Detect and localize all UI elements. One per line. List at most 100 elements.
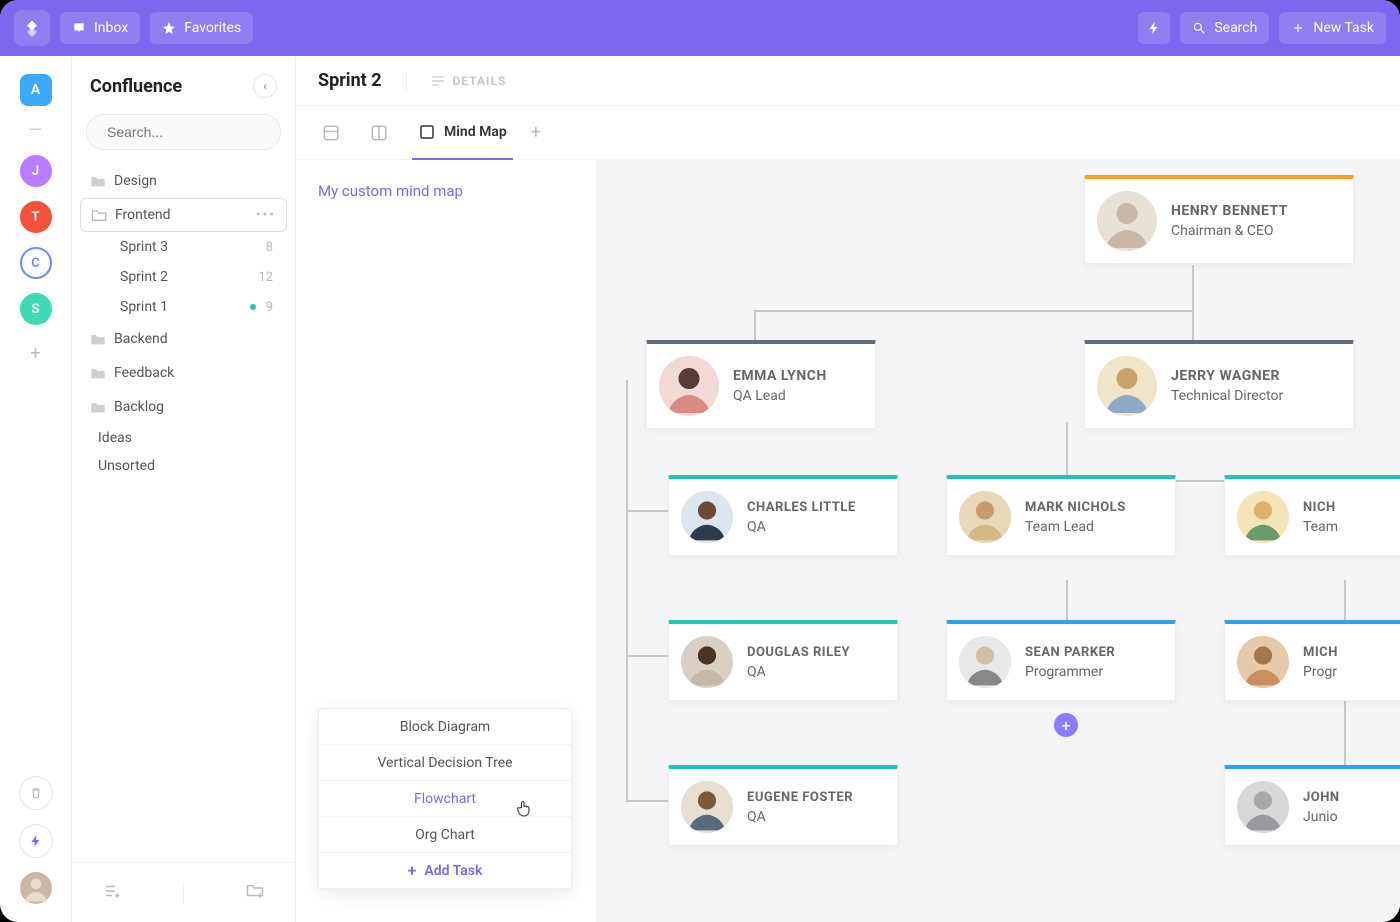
card-role: Technical Director bbox=[1171, 388, 1283, 404]
details-label: DETAILS bbox=[453, 74, 507, 88]
org-card-ceo[interactable]: HENRY BENNETT Chairman & CEO bbox=[1084, 175, 1354, 264]
add-node[interactable]: + bbox=[1054, 713, 1078, 737]
nav-backlog[interactable]: Backlog bbox=[80, 390, 287, 424]
mindmap-name[interactable]: My custom mind map bbox=[318, 182, 463, 200]
automations-button[interactable] bbox=[19, 824, 53, 858]
card-name: DOUGLAS RILEY bbox=[747, 645, 850, 660]
search-input[interactable] bbox=[107, 124, 288, 140]
bolt-icon bbox=[29, 834, 43, 848]
bolt-button[interactable] bbox=[1138, 12, 1170, 44]
org-card-cut2[interactable]: MICH Progr bbox=[1224, 620, 1400, 701]
sidebar-collapse[interactable]: ‹ bbox=[253, 74, 277, 98]
nav-label: Design bbox=[114, 173, 157, 189]
space-t[interactable]: T bbox=[20, 201, 52, 233]
avatar bbox=[1237, 491, 1289, 543]
tab-board[interactable] bbox=[364, 106, 394, 160]
space-j[interactable]: J bbox=[20, 155, 52, 187]
menu-vertical-decision-tree[interactable]: Vertical Decision Tree bbox=[319, 745, 571, 781]
mindmap-canvas[interactable]: My custom mind map bbox=[296, 160, 1400, 922]
new-task-button[interactable]: New Task bbox=[1279, 12, 1386, 44]
nav-label: Frontend bbox=[115, 207, 171, 223]
sidebar-title: Confluence bbox=[90, 76, 182, 97]
org-card-tech-director[interactable]: JERRY WAGNER Technical Director bbox=[1084, 340, 1354, 429]
favorites-button[interactable]: Favorites bbox=[150, 12, 253, 44]
nav-frontend[interactable]: Frontend ••• bbox=[80, 198, 287, 232]
topbar: Inbox Favorites Search New Task bbox=[0, 0, 1400, 56]
nav-label: Sprint 3 bbox=[120, 239, 168, 255]
rail-collapse[interactable]: — bbox=[28, 120, 42, 141]
app-logo[interactable] bbox=[14, 10, 50, 46]
page-title: Sprint 2 bbox=[318, 70, 382, 91]
inbox-button[interactable]: Inbox bbox=[60, 12, 140, 44]
folder-icon bbox=[90, 332, 106, 346]
org-card-qa3[interactable]: EUGENE FOSTER QA bbox=[668, 765, 898, 846]
avatar bbox=[1097, 356, 1157, 416]
add-view[interactable]: + bbox=[531, 122, 541, 143]
tab-mindmap[interactable]: Mind Map bbox=[412, 106, 513, 160]
card-role: QA Lead bbox=[733, 388, 827, 404]
menu-org-chart[interactable]: Org Chart bbox=[319, 817, 571, 853]
space-s[interactable]: S bbox=[20, 293, 52, 325]
avatar bbox=[1237, 636, 1289, 688]
add-space[interactable]: + bbox=[30, 343, 40, 364]
nav-ideas[interactable]: Ideas bbox=[80, 424, 287, 452]
menu-add-task[interactable]: + Add Task bbox=[319, 853, 571, 889]
org-card-qa-lead[interactable]: EMMA LYNCH QA Lead bbox=[646, 340, 876, 429]
nav-feedback[interactable]: Feedback bbox=[80, 356, 287, 390]
folder-icon bbox=[90, 174, 106, 188]
details-button[interactable]: DETAILS bbox=[431, 74, 507, 88]
sidebar-search[interactable] bbox=[86, 114, 281, 150]
org-card-qa1[interactable]: CHARLES LITTLE QA bbox=[668, 475, 898, 556]
org-card-cut1[interactable]: NICH Team bbox=[1224, 475, 1400, 556]
nav-design[interactable]: Design bbox=[80, 164, 287, 198]
trash-icon bbox=[29, 786, 43, 800]
avatar-icon bbox=[20, 872, 52, 904]
new-folder-button[interactable] bbox=[246, 882, 264, 904]
square-icon bbox=[418, 123, 436, 141]
search-button[interactable]: Search bbox=[1180, 12, 1269, 44]
workspace-a[interactable]: A bbox=[20, 74, 52, 106]
nav-label: Backend bbox=[114, 331, 168, 347]
card-name: JERRY WAGNER bbox=[1171, 368, 1283, 384]
folder-icon bbox=[90, 400, 106, 414]
inbox-icon bbox=[72, 21, 86, 35]
org-card-programmer[interactable]: SEAN PARKER Programmer bbox=[946, 620, 1176, 701]
count-badge: 9 bbox=[266, 300, 273, 315]
org-card-team-lead[interactable]: MARK NICHOLS Team Lead bbox=[946, 475, 1176, 556]
card-name: EUGENE FOSTER bbox=[747, 790, 853, 805]
card-name: CHARLES LITTLE bbox=[747, 500, 856, 515]
card-name: HENRY BENNETT bbox=[1171, 203, 1288, 219]
nav-sprint1[interactable]: Sprint 1 9 bbox=[80, 292, 287, 322]
sidebar-footer bbox=[72, 862, 295, 922]
left-rail: A — J T C S + bbox=[0, 56, 72, 922]
list-plus-icon bbox=[103, 882, 121, 900]
org-card-qa2[interactable]: DOUGLAS RILEY QA bbox=[668, 620, 898, 701]
org-card-cut3[interactable]: JOHN Junio bbox=[1224, 765, 1400, 846]
nav-unsorted[interactable]: Unsorted bbox=[80, 452, 287, 480]
new-task-label: New Task bbox=[1313, 20, 1374, 36]
tab-list[interactable] bbox=[316, 106, 346, 160]
nav-label: Backlog bbox=[114, 399, 164, 415]
status-dot bbox=[250, 304, 256, 310]
menu-block-diagram[interactable]: Block Diagram bbox=[319, 709, 571, 745]
tabbar: Mind Map + bbox=[296, 106, 1400, 160]
inbox-label: Inbox bbox=[94, 20, 128, 36]
nav-label: Feedback bbox=[114, 365, 174, 381]
more-icon[interactable]: ••• bbox=[256, 207, 276, 223]
avatar bbox=[681, 781, 733, 833]
nav-label: Sprint 1 bbox=[120, 299, 168, 315]
card-name: JOHN bbox=[1303, 790, 1340, 805]
trash-button[interactable] bbox=[19, 776, 53, 810]
plus-icon bbox=[1291, 21, 1305, 35]
new-list-button[interactable] bbox=[103, 882, 121, 904]
nav-sprint2[interactable]: Sprint 2 12 bbox=[80, 262, 287, 292]
user-avatar[interactable] bbox=[20, 872, 52, 904]
sidebar: Confluence ‹ Design Frontend ••• Sprint bbox=[72, 56, 296, 922]
main-header: Sprint 2 DETAILS bbox=[296, 56, 1400, 106]
nav-sprint3[interactable]: Sprint 3 8 bbox=[80, 232, 287, 262]
avatar bbox=[1237, 781, 1289, 833]
space-c[interactable]: C bbox=[20, 247, 52, 279]
avatar bbox=[959, 491, 1011, 543]
card-role: QA bbox=[747, 664, 850, 680]
nav-backend[interactable]: Backend bbox=[80, 322, 287, 356]
